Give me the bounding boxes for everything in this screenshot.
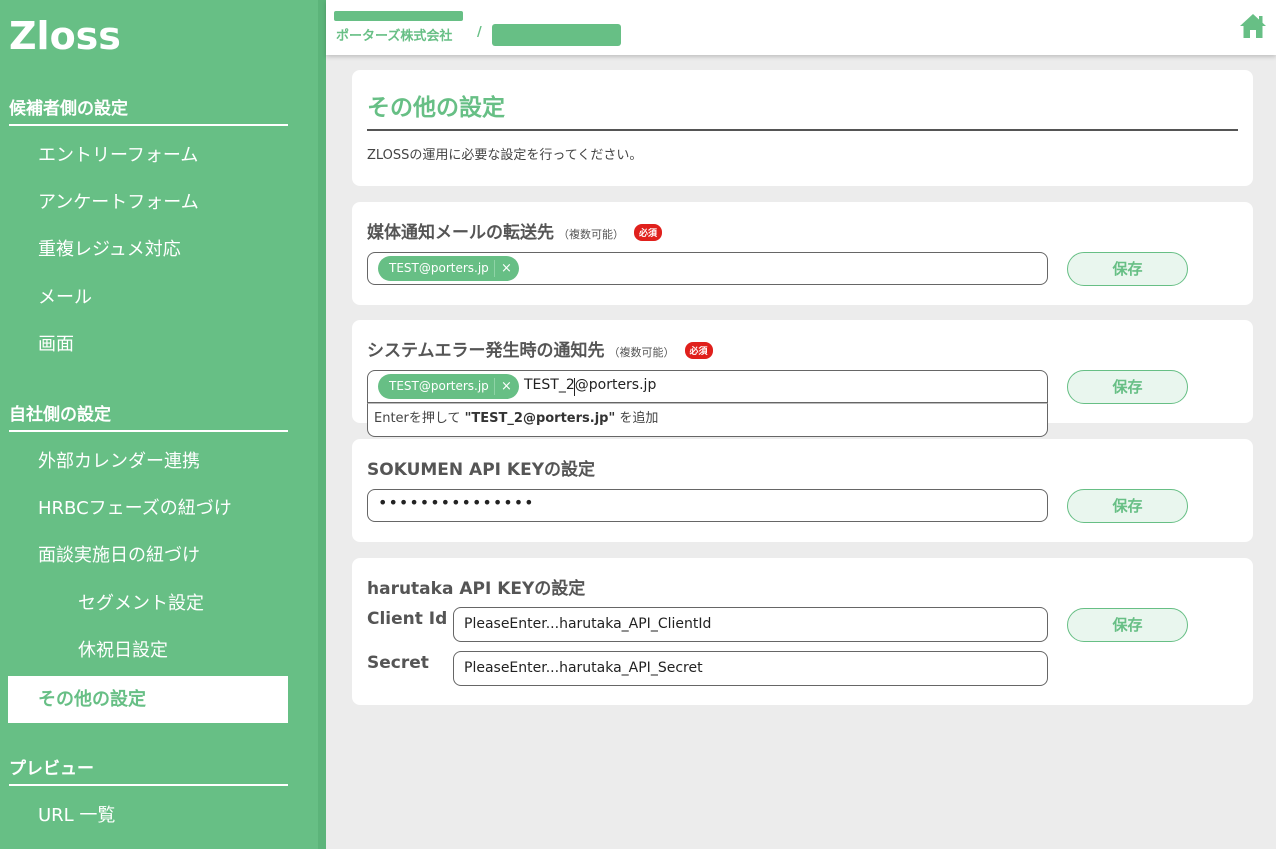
email-chip: TEST@porters.jp ×: [378, 256, 519, 281]
sidebar-item-entry-form[interactable]: エントリーフォーム: [0, 132, 288, 179]
client-id-input[interactable]: PleaseEnter...harutaka_API_ClientId: [453, 607, 1048, 642]
app-logo[interactable]: Zloss: [9, 14, 121, 58]
email-chip: TEST@porters.jp ×: [378, 374, 519, 399]
secret-input[interactable]: PleaseEnter...harutaka_API_Secret: [453, 651, 1048, 686]
required-badge: 必須: [634, 224, 663, 241]
home-icon[interactable]: [1238, 12, 1268, 40]
media-forward-heading: 媒体通知メールの転送先 （複数可能） 必須: [367, 218, 663, 243]
sidebar-item-duplicate-resume[interactable]: 重複レジュメ対応: [0, 226, 288, 273]
email-chip-label: TEST@porters.jp: [389, 379, 489, 393]
system-error-heading: システムエラー発生時の通知先 （複数可能） 必須: [367, 336, 713, 361]
system-error-save-button[interactable]: 保存: [1067, 370, 1188, 404]
suggestion-suffix: を追加: [615, 411, 659, 426]
sidebar-item-screen[interactable]: 画面: [0, 321, 288, 368]
media-forward-note: （複数可能）: [558, 228, 624, 241]
client-id-label: Client Id: [367, 609, 448, 629]
system-error-heading-text: システムエラー発生時の通知先: [367, 341, 605, 361]
harutaka-card: harutaka API KEYの設定 Client Id PleaseEnte…: [352, 558, 1253, 705]
sidebar-section-company: 自社側の設定: [9, 400, 288, 432]
sidebar-item-holidays[interactable]: 休祝日設定: [0, 627, 288, 674]
harutaka-heading: harutaka API KEYの設定: [367, 579, 586, 599]
chip-divider: [494, 260, 495, 277]
sidebar-item-other-settings[interactable]: その他の設定: [0, 676, 288, 723]
breadcrumb-separator: /: [477, 25, 482, 40]
sidebar-section-preview: プレビュー: [9, 754, 288, 786]
required-badge: 必須: [684, 342, 713, 359]
system-error-email-input[interactable]: TEST@porters.jp × TEST_2@porters.jp: [367, 370, 1048, 403]
header-placeholder-bar: [334, 11, 463, 21]
top-header: ポーターズ株式会社 /: [326, 0, 1276, 55]
sidebar-item-mail[interactable]: メール: [0, 274, 288, 321]
harutaka-save-button[interactable]: 保存: [1067, 608, 1188, 642]
media-forward-save-button[interactable]: 保存: [1067, 252, 1188, 286]
sokumen-card: SOKUMEN API KEYの設定 ••••••••••••••• 保存: [352, 439, 1253, 542]
sokumen-save-button[interactable]: 保存: [1067, 489, 1188, 523]
breadcrumb-current-placeholder[interactable]: [492, 24, 621, 46]
text-caret: [574, 378, 575, 396]
sokumen-api-key-input[interactable]: •••••••••••••••: [367, 489, 1048, 522]
media-forward-heading-text: 媒体通知メールの転送先: [367, 223, 554, 243]
breadcrumb-company[interactable]: ポーターズ株式会社: [336, 25, 452, 44]
sidebar-edge: [318, 0, 326, 849]
system-error-note: （複数可能）: [608, 346, 675, 359]
suggestion-prefix: Enterを押して: [374, 411, 465, 426]
sidebar-section-candidate: 候補者側の設定: [9, 94, 288, 126]
chip-divider: [494, 378, 495, 395]
secret-label: Secret: [367, 653, 429, 673]
media-forward-email-input[interactable]: TEST@porters.jp ×: [367, 252, 1048, 285]
suggestion-value: "TEST_2@porters.jp": [464, 411, 616, 426]
add-email-suggestion[interactable]: Enterを押して "TEST_2@porters.jp" を追加: [367, 403, 1048, 437]
sokumen-heading: SOKUMEN API KEYの設定: [367, 460, 596, 480]
sidebar-item-url-list[interactable]: URL 一覧: [0, 792, 288, 839]
sidebar-item-hrbc-phase[interactable]: HRBCフェーズの紐づけ: [0, 485, 288, 532]
media-forward-card: 媒体通知メールの転送先 （複数可能） 必須 TEST@porters.jp × 保存: [352, 202, 1253, 305]
page-title: その他の設定: [367, 95, 505, 121]
page-title-card: その他の設定 ZLOSSの運用に必要な設定を行ってください。: [352, 70, 1253, 186]
sidebar-item-interview-date[interactable]: 面談実施日の紐づけ: [0, 532, 288, 579]
sidebar-item-external-calendar[interactable]: 外部カレンダー連携: [0, 438, 288, 485]
sidebar-item-survey-form[interactable]: アンケートフォーム: [0, 179, 288, 226]
remove-chip-icon[interactable]: ×: [501, 256, 512, 281]
title-divider: [367, 129, 1238, 131]
masked-api-key: •••••••••••••••: [378, 493, 535, 512]
sidebar: Zloss 候補者側の設定 エントリーフォーム アンケートフォーム 重複レジュメ…: [0, 0, 326, 849]
typed-email-text: TEST_2@porters.jp: [524, 377, 657, 393]
sidebar-item-segment[interactable]: セグメント設定: [0, 580, 288, 627]
page-description: ZLOSSの運用に必要な設定を行ってください。: [367, 148, 643, 163]
remove-chip-icon[interactable]: ×: [501, 374, 512, 399]
email-chip-label: TEST@porters.jp: [389, 261, 489, 275]
